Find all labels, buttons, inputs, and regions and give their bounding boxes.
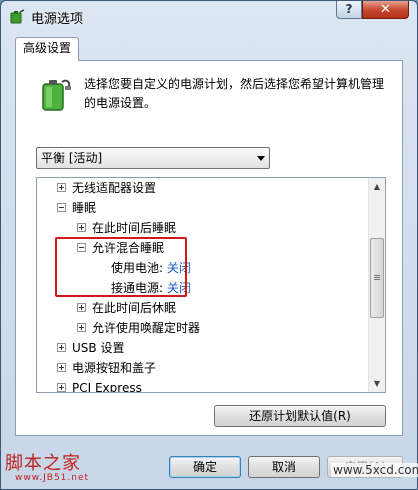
title-bar[interactable]: 电源选项 ? ✕ xyxy=(1,1,417,31)
expand-icon[interactable] xyxy=(57,383,66,392)
window-title: 电源选项 xyxy=(31,12,84,27)
watermark-logo-text: 脚本之家 xyxy=(5,453,81,474)
expand-icon[interactable] xyxy=(77,323,86,332)
tree-item-wireless-adapter[interactable]: 无线适配器设置 xyxy=(57,178,156,198)
tree-item-label: 电源按钮和盖子 xyxy=(72,361,157,375)
watermark-right-url: www.5xcd.com xyxy=(331,463,418,477)
tree-item-label: 允许使用唤醒定时器 xyxy=(92,321,201,335)
tree-item-sleep-after[interactable]: 在此时间后睡眠 xyxy=(77,218,176,238)
expand-icon[interactable] xyxy=(57,363,66,372)
help-button[interactable]: ? xyxy=(336,1,362,19)
power-plan-dropdown[interactable]: 平衡 [活动] xyxy=(36,147,270,169)
tree-item-label: 睡眠 xyxy=(72,201,97,215)
tab-advanced-settings[interactable]: 高级设置 xyxy=(15,37,79,61)
tree-item-label: 无线适配器设置 xyxy=(72,181,157,195)
power-options-window: 电源选项 ? ✕ 高级设置 选择您要自定义的电源计划，然后选择您希望计算机管理的… xyxy=(0,0,418,490)
tree-item-label: 在此时间后休眠 xyxy=(92,301,177,315)
cancel-button[interactable]: 取消 xyxy=(248,456,320,478)
description-text: 选择您要自定义的电源计划，然后选择您希望计算机管理的电源设置。 xyxy=(84,77,385,110)
tree-item-sleep[interactable]: 睡眠 xyxy=(57,198,96,218)
scrollbar-thumb[interactable] xyxy=(370,238,384,318)
scroll-down-arrow-icon[interactable]: ▼ xyxy=(369,375,385,392)
scroll-up-arrow-icon[interactable]: ▲ xyxy=(369,178,385,195)
tree-item-hibernate-after[interactable]: 在此时间后休眠 xyxy=(77,298,176,318)
tree-item-wake-timers[interactable]: 允许使用唤醒定时器 xyxy=(77,318,200,338)
battery-icon xyxy=(42,79,71,111)
tree-item-pci-express[interactable]: PCI Express xyxy=(57,378,142,393)
tree-item-label: 在此时间后睡眠 xyxy=(92,221,177,235)
tree-item-label: PCI Express xyxy=(72,381,142,393)
expand-icon[interactable] xyxy=(77,303,86,312)
ok-button[interactable]: 确定 xyxy=(169,456,241,478)
close-button[interactable]: ✕ xyxy=(362,1,409,19)
tree-item-usb[interactable]: USB 设置 xyxy=(57,338,124,358)
tree-item-power-buttons[interactable]: 电源按钮和盖子 xyxy=(57,358,156,378)
scroll-grip-icon xyxy=(374,275,380,276)
watermark-url: www.JB51.net xyxy=(15,473,90,483)
expand-icon[interactable] xyxy=(57,183,66,192)
expand-icon[interactable] xyxy=(77,223,86,232)
power-options-icon xyxy=(10,9,25,24)
red-highlight-box xyxy=(55,237,187,297)
tree-scrollbar[interactable]: ▲ ▼ xyxy=(368,178,385,392)
tree-item-label: USB 设置 xyxy=(72,341,125,355)
power-plan-value: 平衡 [活动] xyxy=(41,151,103,165)
chevron-down-icon xyxy=(257,156,265,161)
restore-defaults-button[interactable]: 还原计划默认值(R) xyxy=(214,405,386,427)
collapse-icon[interactable] xyxy=(57,203,66,212)
expand-icon[interactable] xyxy=(57,343,66,352)
